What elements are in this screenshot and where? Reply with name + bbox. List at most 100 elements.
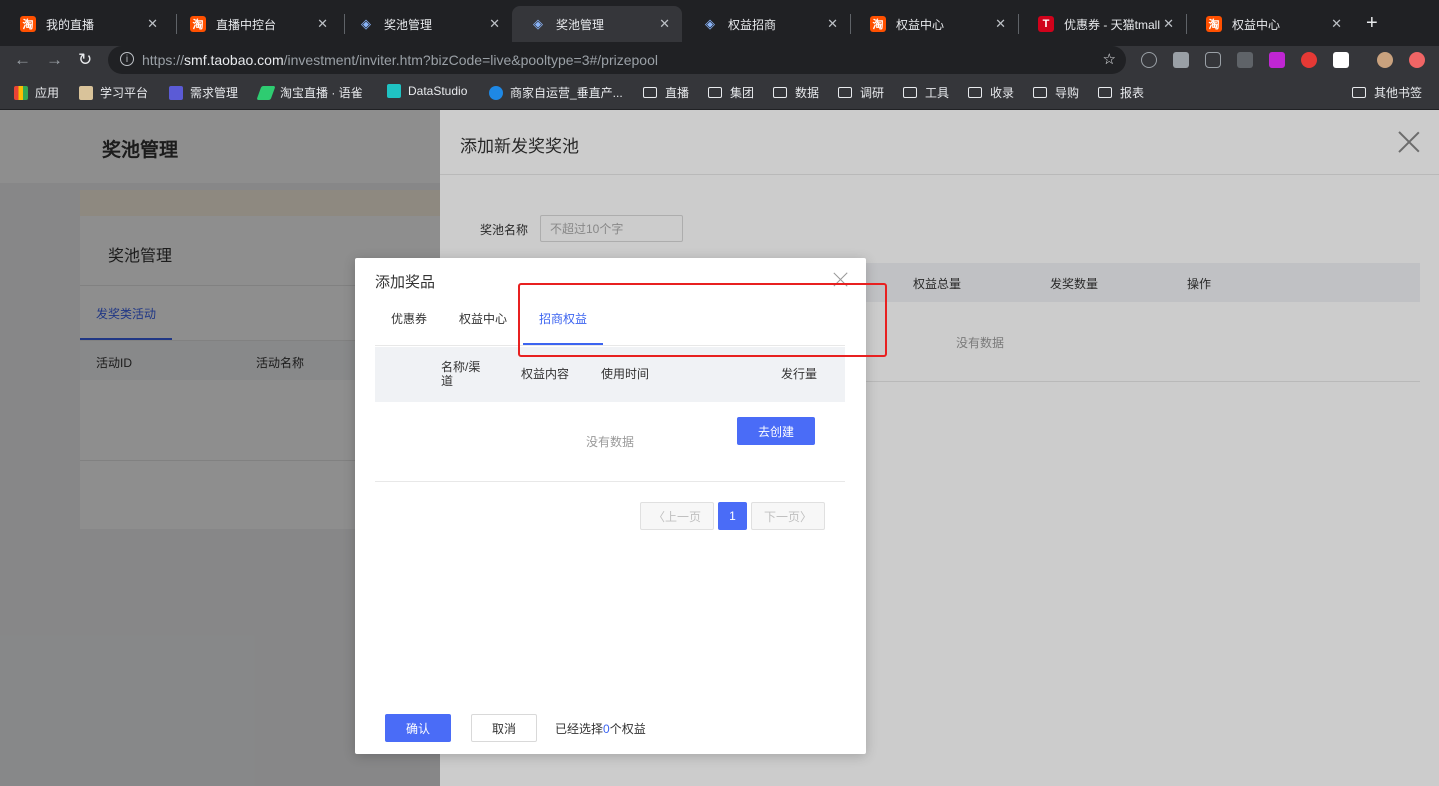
bookmark-folder[interactable]: 收录 [968, 84, 1014, 101]
profile-avatar[interactable] [1377, 52, 1393, 68]
bookmark-folder[interactable]: 直播 [643, 84, 689, 101]
folder-icon [968, 87, 982, 98]
browser-tab[interactable]: ◈ 奖池管理 ✕ [338, 6, 512, 42]
extension-rp-icon[interactable] [1269, 52, 1285, 68]
bookmark-folder[interactable]: 调研 [838, 84, 884, 101]
tab-close-icon[interactable]: ✕ [827, 16, 838, 32]
empty-state: 没有数据 [586, 435, 635, 449]
bookmark-star-icon[interactable]: ☆ [1103, 50, 1116, 68]
letter-a-icon [169, 85, 183, 100]
study-icon [79, 85, 93, 100]
selected-count-note: 已经选择0个权益 [555, 722, 646, 736]
extension-chart-icon[interactable] [1237, 52, 1253, 68]
yuque-icon [256, 85, 276, 100]
folder-icon [1033, 87, 1047, 98]
folder-icon [643, 87, 657, 98]
cancel-button[interactable]: 取消 [471, 714, 537, 742]
folder-icon [708, 87, 722, 98]
prev-page-button[interactable]: 〈上一页 [640, 502, 714, 530]
chevron-left-icon: 〈 [652, 509, 665, 524]
browser-toolbar: ← → ↻ i https://smf.taobao.com/investmen… [0, 46, 1439, 76]
bookmark-item[interactable]: 商家自运营_垂直产... [489, 84, 623, 101]
apps-grid-icon [14, 85, 28, 100]
browser-tab[interactable]: 淘 权益中心 ✕ [1186, 6, 1354, 42]
browser-tab-bar: 淘 我的直播 ✕ 淘 直播中控台 ✕ ◈ 奖池管理 ✕ ◈ 奖池管理 ✕ ◈ 权… [0, 0, 1439, 46]
forward-arrow-icon[interactable]: → [46, 50, 63, 70]
browser-tab[interactable]: 淘 直播中控台 ✕ [170, 6, 340, 42]
tab-title: 权益招商 [728, 17, 777, 32]
tab-close-icon[interactable]: ✕ [489, 16, 500, 32]
column-header: 名称/渠道 [441, 360, 481, 388]
tab-close-icon[interactable]: ✕ [1163, 16, 1174, 32]
bookmark-item[interactable]: 学习平台 [79, 84, 148, 101]
browser-tab[interactable]: ◈ 权益招商 ✕ [682, 6, 850, 42]
modal-title: 添加奖品 [375, 274, 436, 291]
back-arrow-icon[interactable]: ← [14, 50, 31, 70]
update-icon[interactable] [1409, 52, 1425, 68]
tmall-favicon-icon: T [1038, 16, 1054, 32]
extension-green-icon[interactable] [1333, 52, 1349, 68]
bookmark-folder[interactable]: 导购 [1033, 84, 1079, 101]
tab-title: 优惠券 - 天猫tmall [1064, 17, 1161, 32]
extension-ruler-icon[interactable] [1173, 52, 1189, 68]
extension-info-icon[interactable] [1141, 52, 1157, 68]
tab-coupon[interactable]: 优惠券 [391, 310, 427, 327]
tab-close-icon[interactable]: ✕ [317, 16, 328, 32]
taobao-favicon-icon: 淘 [190, 16, 206, 32]
browser-tab[interactable]: T 优惠券 - 天猫tmall ✕ [1018, 6, 1186, 42]
tab-title: 奖池管理 [384, 17, 433, 32]
bookmark-folder[interactable]: 集团 [708, 84, 754, 101]
bookmark-folder[interactable]: 工具 [903, 84, 949, 101]
tab-close-icon[interactable]: ✕ [995, 16, 1006, 32]
bookmark-folder[interactable]: 报表 [1098, 84, 1144, 101]
column-header: 权益内容 [521, 367, 570, 381]
tab-title: 权益中心 [1232, 17, 1281, 32]
browser-tab-active[interactable]: ◈ 奖池管理 ✕ [512, 6, 682, 42]
tab-title: 权益中心 [896, 17, 945, 32]
merchant-icon [489, 85, 503, 100]
go-create-button[interactable]: 去创建 [737, 417, 815, 445]
next-page-button[interactable]: 下一页〉 [751, 502, 825, 530]
taobao-favicon-icon: 淘 [1206, 16, 1222, 32]
taobao-favicon-icon: 淘 [20, 16, 36, 32]
url-path: /investment/inviter.htm?bizCode=live&poo… [283, 52, 658, 68]
highlight-annotation [518, 283, 887, 357]
app-favicon-icon: ◈ [361, 16, 371, 31]
bookmark-item[interactable]: DataStudio [387, 84, 467, 98]
bookmarks-bar: 应用 学习平台 需求管理 淘宝直播 · 语雀 DataStudio 商家自运营_… [0, 76, 1439, 110]
extension-red-icon[interactable] [1301, 52, 1317, 68]
browser-tab[interactable]: 淘 权益中心 ✕ [850, 6, 1018, 42]
folder-icon [773, 87, 787, 98]
url-scheme: https:// [142, 52, 185, 68]
page-number-current[interactable]: 1 [718, 502, 747, 530]
site-info-icon[interactable]: i [120, 52, 134, 66]
bookmark-item[interactable]: 淘宝直播 · 语雀 [256, 84, 363, 101]
tab-benefit-center[interactable]: 权益中心 [459, 310, 507, 327]
column-header: 使用时间 [601, 367, 650, 381]
folder-icon [1098, 87, 1112, 98]
pocket-icon[interactable] [1205, 52, 1221, 68]
bookmark-other[interactable]: 其他书签 [1352, 84, 1422, 101]
app-favicon-icon: ◈ [705, 16, 715, 31]
tab-close-icon[interactable]: ✕ [147, 16, 158, 32]
chevron-right-icon: 〉 [800, 509, 813, 524]
browser-tab[interactable]: 淘 我的直播 ✕ [0, 6, 170, 42]
column-header: 发行量 [781, 367, 818, 381]
bookmark-apps[interactable]: 应用 [14, 84, 59, 101]
tab-close-icon[interactable]: ✕ [659, 16, 670, 32]
folder-icon [903, 87, 917, 98]
reload-icon[interactable]: ↻ [78, 50, 92, 70]
page-viewport: 奖池管理 奖池管理 发奖类活动 活动ID 活动名称 添加新发奖奖池 奖池名称 权… [0, 110, 1439, 786]
folder-icon [1352, 87, 1366, 98]
tab-close-icon[interactable]: ✕ [1331, 16, 1342, 32]
tab-title: 我的直播 [46, 17, 95, 32]
divider [375, 481, 845, 482]
new-tab-icon[interactable]: + [1366, 12, 1378, 35]
app-favicon-icon: ◈ [533, 16, 543, 31]
confirm-button[interactable]: 确认 [385, 714, 451, 742]
datastudio-icon [387, 84, 401, 98]
bookmark-folder[interactable]: 数据 [773, 84, 819, 101]
bookmark-item[interactable]: 需求管理 [169, 84, 238, 101]
url-host: smf.taobao.com [184, 52, 284, 68]
address-bar[interactable]: i https://smf.taobao.com/investment/invi… [108, 46, 1126, 74]
